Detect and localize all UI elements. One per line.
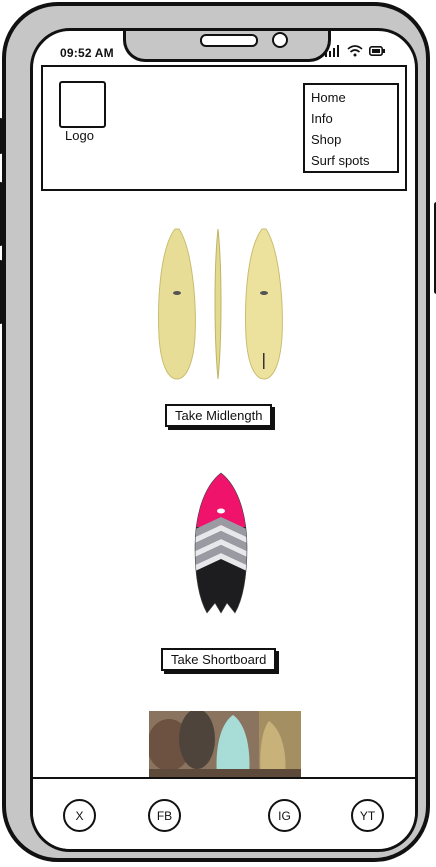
product-list: Take Midlength Take Shortboard — [33, 191, 415, 777]
wifi-icon — [347, 45, 363, 57]
nav-item-home[interactable]: Home — [311, 87, 397, 108]
camera — [272, 32, 288, 48]
social-ig[interactable]: IG — [268, 799, 301, 832]
side-button — [0, 182, 3, 246]
status-icons — [325, 45, 385, 57]
notch — [123, 31, 331, 62]
board-photo — [147, 709, 301, 777]
take-midlength-button[interactable]: Take Midlength — [165, 404, 273, 427]
take-shortboard-button[interactable]: Take Shortboard — [161, 648, 277, 671]
social-yt[interactable]: YT — [351, 799, 384, 832]
screen: 09:52 AM Logo Home Info Shop Surf spots … — [30, 28, 418, 852]
midlength-image — [155, 227, 285, 388]
logo-label: Logo — [65, 128, 94, 143]
phone-frame: 09:52 AM Logo Home Info Shop Surf spots … — [0, 2, 436, 862]
battery-icon — [369, 46, 385, 56]
site-header: Logo Home Info Shop Surf spots — [41, 65, 407, 191]
signal-icon — [325, 45, 339, 57]
side-button — [0, 118, 3, 154]
nav-item-info[interactable]: Info — [311, 108, 397, 129]
side-button — [0, 260, 3, 324]
nav-item-surf-spots[interactable]: Surf spots — [311, 150, 397, 171]
status-time: 09:52 AM — [60, 46, 114, 60]
footer: X FB IG YT — [33, 777, 415, 849]
main-nav: Home Info Shop Surf spots — [303, 83, 399, 173]
logo-placeholder[interactable] — [59, 81, 106, 128]
social-fb[interactable]: FB — [148, 799, 181, 832]
speaker — [200, 34, 258, 47]
social-x[interactable]: X — [63, 799, 96, 832]
shortboard-image — [151, 467, 291, 632]
nav-item-shop[interactable]: Shop — [311, 129, 397, 150]
